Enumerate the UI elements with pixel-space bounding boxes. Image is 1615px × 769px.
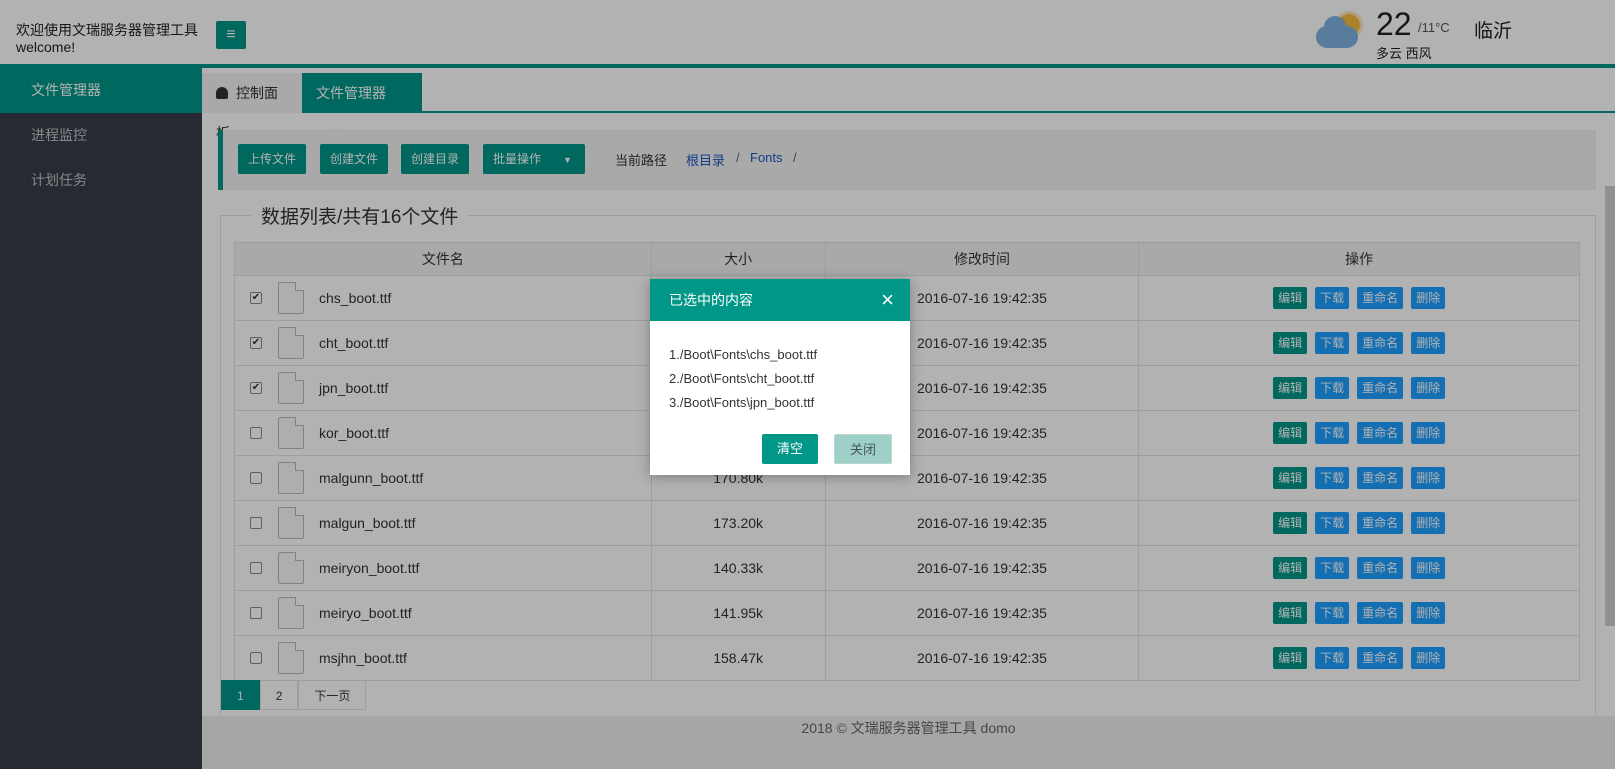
- selected-item: 2./Boot\Fonts\cht_boot.ttf: [669, 371, 815, 386]
- selected-items-modal: 已选中的内容 × 1./Boot\Fonts\chs_boot.ttf 2./B…: [650, 279, 910, 475]
- close-icon[interactable]: ×: [881, 279, 894, 321]
- selected-item: 3./Boot\Fonts\jpn_boot.ttf: [669, 395, 815, 410]
- modal-header: 已选中的内容 ×: [650, 279, 910, 321]
- modal-body: 1./Boot\Fonts\chs_boot.ttf 2./Boot\Fonts…: [650, 321, 910, 415]
- modal-title: 已选中的内容: [669, 292, 753, 308]
- clear-button[interactable]: 清空: [762, 434, 819, 464]
- selected-item: 1./Boot\Fonts\chs_boot.ttf: [669, 347, 818, 362]
- close-button[interactable]: 关闭: [834, 434, 893, 464]
